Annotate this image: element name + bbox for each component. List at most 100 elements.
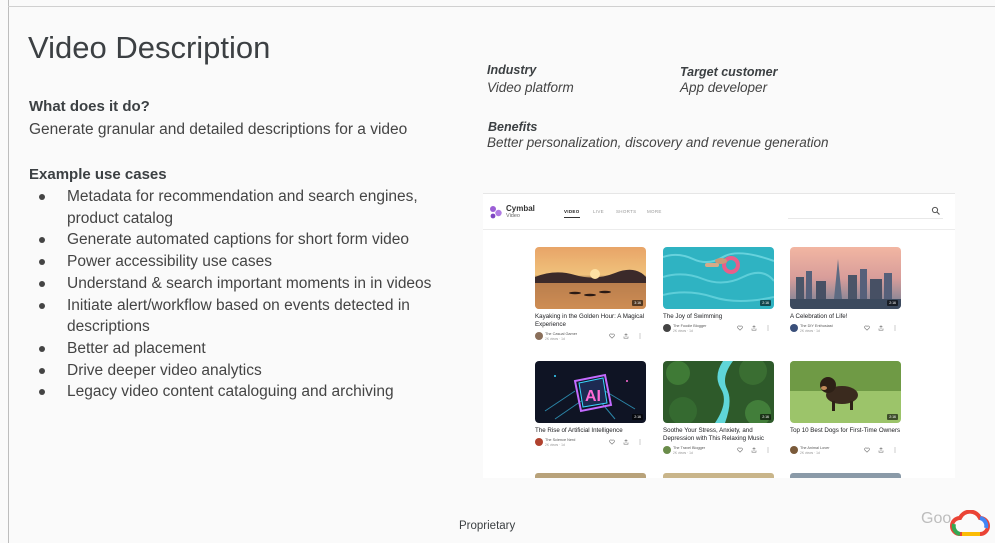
- active-tab-indicator: [564, 217, 580, 218]
- bullet-icon: [39, 194, 45, 200]
- video-thumbnail[interactable]: 2:16: [663, 361, 774, 423]
- industry-value: Video platform: [487, 80, 574, 95]
- video-card[interactable]: 2:16 Top 10 Best Dogs for First-Time Own…: [790, 361, 901, 461]
- frame-border-left: [8, 0, 9, 543]
- use-case-item: Legacy video content cataloguing and arc…: [38, 381, 458, 403]
- channel-avatar[interactable]: [790, 446, 798, 454]
- more-options-icon[interactable]: [765, 325, 771, 331]
- video-title[interactable]: The Joy of Swimming: [663, 313, 774, 321]
- video-views: 2K views · 1d: [673, 451, 693, 455]
- channel-name[interactable]: The Casual Gamer: [545, 332, 577, 336]
- video-title[interactable]: A Celebration of Life!: [790, 313, 901, 321]
- bullet-icon: [39, 237, 45, 244]
- channel-avatar[interactable]: [535, 438, 543, 446]
- share-icon[interactable]: [878, 447, 884, 453]
- brand-name: Cymbal: [506, 204, 535, 213]
- video-meta: The DIY Enthusiast 2K views · 1d: [790, 324, 901, 336]
- video-views: 2K views · 1d: [800, 451, 820, 455]
- video-title[interactable]: Kayaking in the Golden Hour: A Magical E…: [535, 313, 646, 329]
- video-thumbnail[interactable]: 2:16: [790, 247, 901, 309]
- share-icon[interactable]: [623, 439, 629, 445]
- video-duration: 2:16: [887, 414, 898, 420]
- share-icon[interactable]: [751, 447, 757, 453]
- use-case-list: Metadata for recommendation and search e…: [38, 186, 458, 403]
- channel-avatar[interactable]: [790, 324, 798, 332]
- tab-live[interactable]: LIVE: [593, 209, 604, 214]
- what-does-it-do-heading: What does it do?: [29, 98, 150, 115]
- use-case-text: Legacy video content cataloguing and arc…: [67, 383, 394, 401]
- channel-avatar[interactable]: [663, 324, 671, 332]
- bullet-icon: [39, 259, 45, 266]
- target-customer-value: App developer: [680, 80, 768, 95]
- video-duration: 2:16: [632, 414, 643, 420]
- cymbal-video-app-screenshot: Cymbal Video VIDEO LIVE SHORTS MORE 3:16…: [483, 193, 955, 478]
- bullet-icon: [39, 345, 45, 352]
- use-case-item: Initiate alert/workflow based on events …: [38, 295, 458, 338]
- tab-more[interactable]: MORE: [647, 209, 662, 214]
- like-icon[interactable]: [864, 447, 870, 453]
- video-views: 2K views · 1d: [545, 337, 565, 341]
- channel-name[interactable]: The Science Nerd: [545, 438, 575, 442]
- next-row-thumbnail[interactable]: [663, 473, 774, 478]
- like-icon[interactable]: [609, 333, 615, 339]
- channel-avatar[interactable]: [663, 446, 671, 454]
- video-title[interactable]: The Rise of Artificial Intelligence: [535, 427, 646, 435]
- video-thumbnail[interactable]: 2:16: [663, 247, 774, 309]
- video-duration: 3:16: [632, 300, 643, 306]
- channel-name[interactable]: The Travel Blogger: [673, 446, 705, 450]
- more-options-icon[interactable]: [637, 333, 643, 339]
- tab-shorts[interactable]: SHORTS: [616, 209, 636, 214]
- use-case-text: Power accessibility use cases: [67, 253, 273, 271]
- video-card[interactable]: AI 2:16 The Rise of Artificial Intellige…: [535, 361, 646, 461]
- bullet-icon: [39, 389, 45, 396]
- like-icon[interactable]: [737, 325, 743, 331]
- use-case-item: Power accessibility use cases: [38, 251, 458, 273]
- video-card[interactable]: 2:16 Soothe Your Stress, Anxiety, and De…: [663, 361, 774, 461]
- next-row-thumbnail[interactable]: [535, 473, 646, 478]
- slide-title: Video Description: [28, 30, 271, 65]
- like-icon[interactable]: [737, 447, 743, 453]
- share-icon[interactable]: [751, 325, 757, 331]
- brand-logo[interactable]: Cymbal Video: [489, 203, 549, 223]
- benefits-value: Better personalization, discovery and re…: [487, 135, 829, 150]
- frame-border-top: [8, 6, 995, 7]
- use-case-text: Better ad placement: [67, 339, 206, 357]
- channel-name[interactable]: The Animal Lover: [800, 446, 830, 450]
- google-wordmark: Goo: [921, 510, 952, 527]
- use-case-item: Drive deeper video analytics: [38, 360, 458, 382]
- share-icon[interactable]: [623, 333, 629, 339]
- next-row-thumbnail[interactable]: [790, 473, 901, 478]
- more-options-icon[interactable]: [637, 439, 643, 445]
- video-title[interactable]: Soothe Your Stress, Anxiety, and Depress…: [663, 427, 774, 443]
- more-options-icon[interactable]: [892, 447, 898, 453]
- video-meta: The Animal Lover 2K views · 1d: [790, 446, 901, 458]
- video-thumbnail[interactable]: 3:16: [535, 247, 646, 309]
- tab-video[interactable]: VIDEO: [564, 209, 580, 214]
- kayak-sunset-image: [535, 247, 646, 309]
- target-customer-label: Target customer: [680, 65, 778, 79]
- video-card[interactable]: 2:16 A Celebration of Life! The DIY Enth…: [790, 247, 901, 347]
- video-meta: The Travel Blogger 2K views · 1d: [663, 446, 774, 458]
- more-options-icon[interactable]: [892, 325, 898, 331]
- more-options-icon[interactable]: [765, 447, 771, 453]
- bullet-icon: [39, 302, 45, 309]
- search-input[interactable]: [788, 204, 943, 219]
- video-thumbnail[interactable]: 2:16: [790, 361, 901, 423]
- use-case-item: Understand & search important moments in…: [38, 273, 458, 295]
- like-icon[interactable]: [864, 325, 870, 331]
- channel-avatar[interactable]: [535, 332, 543, 340]
- channel-name[interactable]: The DIY Enthusiast: [800, 324, 833, 328]
- video-meta: The Science Nerd 2K views · 1d: [535, 438, 646, 450]
- channel-name[interactable]: The Foodie Blogger: [673, 324, 706, 328]
- video-card[interactable]: 2:16 The Joy of Swimming The Foodie Blog…: [663, 247, 774, 347]
- share-icon[interactable]: [878, 325, 884, 331]
- video-views: 2K views · 1d: [800, 329, 820, 333]
- what-does-it-do-text: Generate granular and detailed descripti…: [29, 121, 408, 138]
- video-views: 2K views · 1d: [545, 443, 565, 447]
- search-icon[interactable]: [931, 206, 941, 216]
- video-thumbnail[interactable]: AI 2:16: [535, 361, 646, 423]
- video-card[interactable]: 3:16 Kayaking in the Golden Hour: A Magi…: [535, 247, 646, 347]
- video-title[interactable]: Top 10 Best Dogs for First-Time Owners: [790, 427, 901, 435]
- google-cloud-logo-icon: [950, 510, 990, 536]
- like-icon[interactable]: [609, 439, 615, 445]
